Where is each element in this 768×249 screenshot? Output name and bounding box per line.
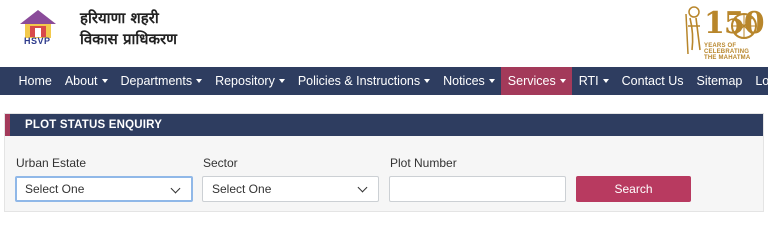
plot-number-input[interactable] xyxy=(389,176,566,202)
nav-policies[interactable]: Policies & Instructions xyxy=(291,67,436,95)
nav-rti[interactable]: RTI xyxy=(572,67,615,95)
nav-login-label: Login xyxy=(755,74,768,88)
caret-down-icon xyxy=(559,79,566,83)
sector-select[interactable]: Select One xyxy=(202,176,379,202)
chevron-down-icon xyxy=(357,182,368,193)
nav-repository-label: Repository xyxy=(215,74,275,88)
sector-label: Sector xyxy=(203,156,238,170)
nav-departments-label: Departments xyxy=(120,74,193,88)
caret-down-icon xyxy=(602,79,609,83)
nav-home[interactable]: Home xyxy=(12,67,58,95)
plot-status-panel: PLOT STATUS ENQUIRY Urban Estate Select … xyxy=(4,113,764,212)
nav-repository[interactable]: Repository xyxy=(209,67,292,95)
gandhi-150-number: 150 xyxy=(704,6,765,41)
caret-down-icon xyxy=(424,79,431,83)
caret-down-icon xyxy=(488,79,495,83)
caret-down-icon xyxy=(278,79,285,83)
main-nav: Home About Departments Repository Polici… xyxy=(0,67,768,95)
panel-header: PLOT STATUS ENQUIRY xyxy=(5,114,763,136)
nav-home-label: Home xyxy=(18,74,52,88)
nav-notices-label: Notices xyxy=(443,74,485,88)
nav-login[interactable]: Login xyxy=(749,67,768,95)
brand-name-line1: हरियाणा शहरी xyxy=(80,9,159,27)
nav-sitemap-label: Sitemap xyxy=(696,74,743,88)
panel-title: PLOT STATUS ENQUIRY xyxy=(25,119,163,131)
nav-departments[interactable]: Departments xyxy=(114,67,209,95)
plot-number-label: Plot Number xyxy=(390,156,457,170)
caret-down-icon xyxy=(196,79,203,83)
caret-down-icon xyxy=(101,79,108,83)
logo-text: HSVP xyxy=(24,36,51,46)
nav-services-label: Services xyxy=(507,74,556,88)
sector-value: Select One xyxy=(212,182,272,196)
chevron-down-icon xyxy=(170,183,181,194)
search-button[interactable]: Search xyxy=(576,176,691,202)
urban-estate-label: Urban Estate xyxy=(16,156,87,170)
nav-policies-label: Policies & Instructions xyxy=(297,74,421,88)
nav-rti-label: RTI xyxy=(578,74,599,88)
gandhi-caption-line3: THE MAHATMA xyxy=(704,55,751,61)
nav-about-label: About xyxy=(64,74,98,88)
nav-sitemap[interactable]: Sitemap xyxy=(690,67,749,95)
site-header: HSVP हरियाणा शहरी विकास प्राधिकरण 150 YE… xyxy=(0,0,768,67)
nav-services[interactable]: Services xyxy=(501,67,573,95)
nav-notices[interactable]: Notices xyxy=(437,67,502,95)
nav-about[interactable]: About xyxy=(58,67,114,95)
nav-contact-us[interactable]: Contact Us xyxy=(615,67,690,95)
nav-contact-us-label: Contact Us xyxy=(621,74,684,88)
urban-estate-value: Select One xyxy=(25,182,85,196)
brand-name-line2: विकास प्राधिकरण xyxy=(80,30,178,48)
urban-estate-select[interactable]: Select One xyxy=(15,176,193,202)
